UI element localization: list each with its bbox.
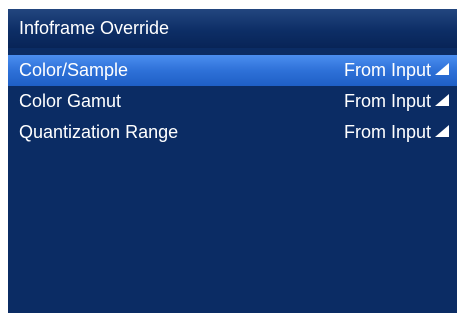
triangle-dropdown-icon	[435, 93, 449, 106]
menu-item-value: From Input	[343, 60, 431, 80]
menu-item-quantization-range[interactable]: Quantization Range From Input	[8, 117, 457, 148]
menu-item-value: From Input	[343, 91, 431, 111]
menu-item-value: From Input	[343, 122, 431, 142]
menu-item-value-dropdown[interactable]: From Input	[344, 55, 449, 86]
menu-item-label: Quantization Range	[19, 122, 179, 142]
triangle-dropdown-icon	[435, 124, 449, 137]
settings-menu: Color/Sample From Input Color Gamut From…	[8, 55, 457, 148]
triangle-dropdown-icon	[435, 62, 449, 75]
menu-item-label: Color Gamut	[19, 91, 122, 111]
menu-item-color-gamut[interactable]: Color Gamut From Input	[8, 86, 457, 117]
menu-item-value-dropdown[interactable]: From Input	[344, 86, 449, 117]
infoframe-override-panel: Infoframe Override Color/Sample From Inp…	[8, 9, 457, 313]
menu-item-value-dropdown[interactable]: From Input	[344, 117, 449, 148]
menu-item-color-sample[interactable]: Color/Sample From Input	[8, 55, 457, 86]
panel-title: Infoframe Override	[8, 9, 457, 48]
menu-item-label: Color/Sample	[19, 60, 129, 80]
